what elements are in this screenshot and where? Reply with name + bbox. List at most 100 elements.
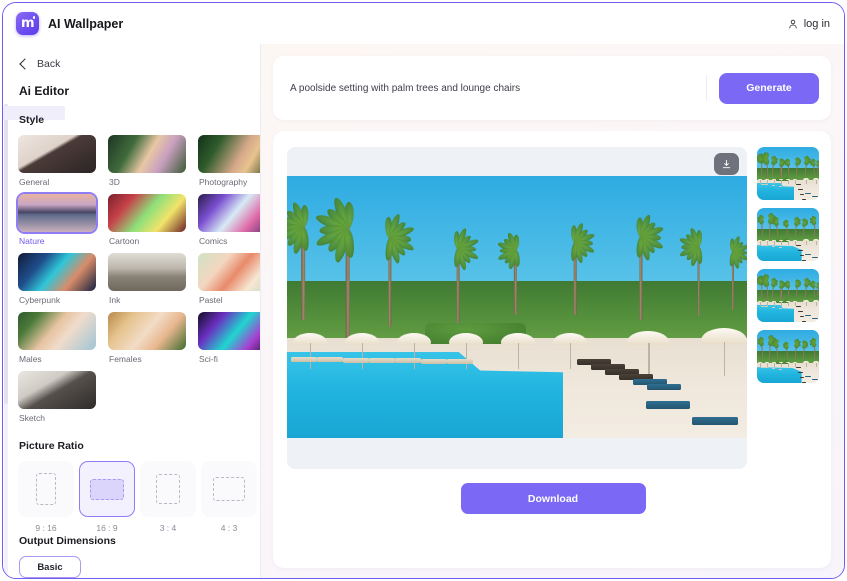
- ratio-shape: [90, 478, 124, 500]
- style-option-cyberpunk[interactable]: Cyberpunk: [18, 253, 96, 306]
- style-label: Females: [109, 354, 142, 364]
- app-title: AI Wallpaper: [48, 16, 124, 31]
- back-label: Back: [37, 58, 61, 70]
- lounge-chair: [801, 321, 807, 322]
- ratio-preview: [18, 461, 74, 517]
- style-option-general[interactable]: General: [18, 135, 96, 188]
- style-option-comics[interactable]: Comics: [198, 194, 260, 247]
- lounge-chair: [805, 375, 812, 377]
- umbrella-pole: [774, 180, 776, 184]
- ratio-label: 16 : 9: [96, 523, 118, 533]
- umbrella-pole: [767, 302, 769, 306]
- poolside-scene: [757, 330, 819, 383]
- thumbnail-list: [757, 147, 819, 469]
- download-icon-button[interactable]: [714, 153, 739, 175]
- style-option-sci-fi[interactable]: Sci-fi: [198, 312, 260, 365]
- lounge-chair: [811, 317, 818, 319]
- style-label: Comics: [199, 236, 228, 246]
- style-label: Pastel: [199, 295, 223, 305]
- style-label: Sci-fi: [199, 354, 218, 364]
- umbrella-pole: [795, 363, 797, 367]
- style-option-3d[interactable]: 3D: [108, 135, 186, 188]
- umbrella-pole: [788, 302, 790, 306]
- ratio-option-16-9[interactable]: 16 : 9: [79, 461, 135, 533]
- palm-tree: [617, 202, 665, 321]
- style-option-photography[interactable]: Photography: [198, 135, 260, 188]
- style-label: General: [19, 177, 50, 187]
- lounge-chair: [778, 307, 783, 309]
- umbrella-pole: [767, 241, 769, 245]
- palm-tree: [815, 158, 819, 175]
- ratio-preview: [201, 461, 257, 517]
- ratio-option-9-16[interactable]: 9 : 16: [18, 461, 74, 533]
- lounge-chair: [797, 311, 803, 312]
- umbrella-pole: [795, 241, 797, 245]
- generate-button[interactable]: Generate: [719, 72, 819, 104]
- style-label: Cartoon: [109, 236, 140, 246]
- lounge-chair: [778, 368, 783, 370]
- thumbnail-item[interactable]: [757, 147, 819, 200]
- palm-tree: [815, 280, 819, 297]
- style-thumbnail: [108, 312, 186, 350]
- lounge-chair: [395, 358, 421, 364]
- main-content: Generate: [261, 44, 844, 578]
- brand-logo[interactable]: m AI Wallpaper: [16, 12, 123, 35]
- umbrella-pole: [815, 301, 818, 307]
- lounge-chair: [369, 357, 395, 363]
- lounge-chair: [811, 256, 818, 258]
- lounge-chair: [799, 316, 805, 317]
- lounge-chair: [796, 245, 801, 246]
- umbrella-pole: [815, 362, 818, 368]
- output-basic-button[interactable]: Basic: [19, 556, 81, 578]
- style-thumbnail: [108, 135, 186, 173]
- ratio-shape: [156, 474, 180, 504]
- umbrella-pole: [466, 343, 468, 369]
- login-label: log in: [803, 17, 830, 30]
- lounge-chair: [799, 377, 805, 378]
- umbrella-pole: [774, 302, 776, 306]
- generated-image-stage[interactable]: [287, 147, 747, 469]
- thumbnail-item[interactable]: [757, 330, 819, 383]
- style-thumbnail: [18, 135, 96, 173]
- login-button[interactable]: log in: [787, 18, 830, 30]
- style-label: Nature: [19, 236, 45, 246]
- umbrella-pole: [815, 240, 818, 246]
- ratio-option-4-3[interactable]: 4 : 3: [201, 461, 257, 533]
- palm-tree: [784, 157, 792, 176]
- body-row: Back Ai Editor Style General 3D Photograph…: [3, 44, 844, 578]
- style-option-cartoon[interactable]: Cartoon: [108, 194, 186, 247]
- lounge-chair: [805, 314, 812, 316]
- download-button[interactable]: Download: [460, 483, 646, 514]
- style-option-nature[interactable]: Nature: [18, 194, 96, 247]
- thumbnail-item[interactable]: [757, 269, 819, 322]
- style-option-sketch[interactable]: Sketch: [18, 371, 96, 424]
- lounge-chair: [801, 260, 807, 261]
- style-option-males[interactable]: Males: [18, 312, 96, 365]
- umbrella-pole: [781, 241, 783, 245]
- lounge-chair: [646, 384, 681, 391]
- result-row: [287, 147, 819, 469]
- top-bar: m AI Wallpaper log in: [3, 3, 844, 44]
- umbrella-pole: [815, 179, 818, 185]
- umbrella-pole: [805, 179, 807, 185]
- palm-tree: [496, 223, 534, 315]
- prompt-input[interactable]: [290, 82, 700, 94]
- style-option-pastel[interactable]: Pastel: [198, 253, 260, 306]
- style-thumbnail: [198, 253, 260, 291]
- umbrella-pole: [805, 240, 807, 246]
- back-button[interactable]: Back: [3, 44, 260, 70]
- thumbnail-item[interactable]: [757, 208, 819, 261]
- umbrella-pole: [805, 362, 807, 368]
- style-option-females[interactable]: Females: [108, 312, 186, 365]
- umbrella-pole: [774, 241, 776, 245]
- result-card: Download: [273, 131, 831, 568]
- style-label: Males: [19, 354, 42, 364]
- style-thumbnail: [198, 135, 260, 173]
- style-option-ink[interactable]: Ink: [108, 253, 186, 306]
- ratio-option-3-4[interactable]: 3 : 4: [140, 461, 196, 533]
- palm-tree: [782, 216, 791, 237]
- umbrella-pole: [774, 363, 776, 367]
- lounge-chair: [796, 367, 801, 368]
- prompt-card: Generate: [273, 56, 831, 120]
- lounge-chair: [811, 195, 818, 197]
